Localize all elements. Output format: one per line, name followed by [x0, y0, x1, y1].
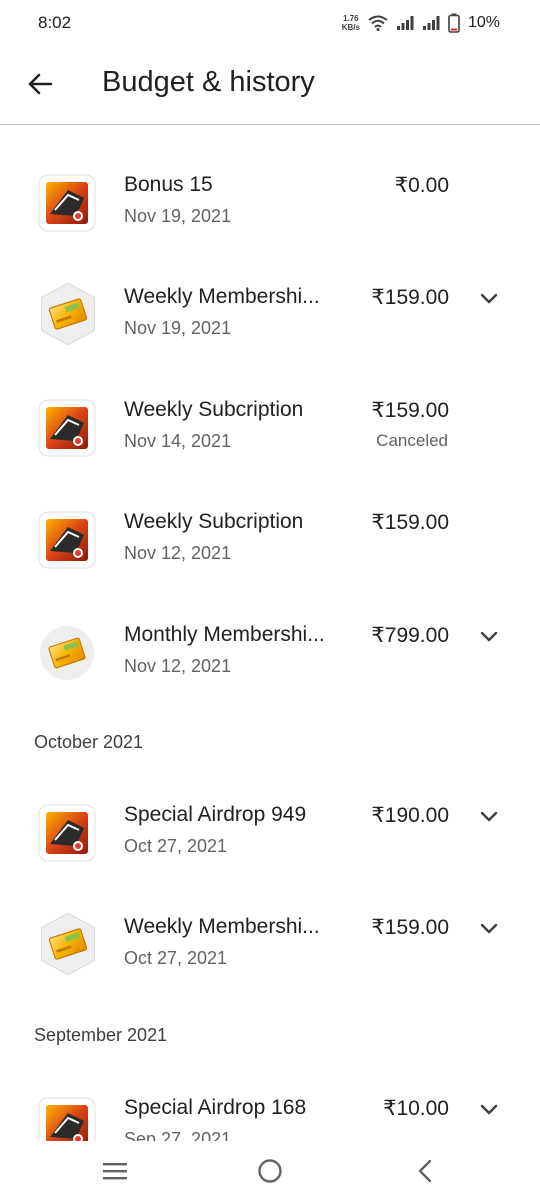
list-item[interactable]: Weekly Membershi... Nov 19, 2021 ₹159.00 — [0, 281, 540, 381]
status-icons: 1.76 KB/s 10% — [342, 11, 500, 35]
list-item[interactable]: Weekly Subcription Nov 12, 2021 ₹159.00 — [0, 506, 540, 606]
item-date: Nov 19, 2021 — [124, 206, 232, 226]
chevron-down-icon[interactable] — [478, 287, 500, 309]
membership-card-icon — [40, 912, 96, 976]
item-status: Canceled — [376, 431, 448, 450]
game-icon — [38, 804, 96, 862]
network-speed-value: 1.76 — [343, 14, 359, 23]
item-price: ₹799.00 — [371, 624, 449, 647]
network-speed: 1.76 KB/s — [342, 14, 360, 32]
game-icon — [38, 511, 96, 569]
signal-icon — [396, 16, 414, 30]
item-date: Oct 27, 2021 — [124, 836, 228, 856]
list-item[interactable]: Monthly Membershi... Nov 12, 2021 ₹799.0… — [0, 619, 540, 719]
signal-icon — [422, 16, 440, 30]
membership-card-icon — [40, 626, 94, 680]
page-title: Budget & history — [102, 66, 315, 98]
recents-button[interactable] — [100, 1156, 130, 1186]
system-nav-bar — [0, 1141, 540, 1200]
item-date: Nov 14, 2021 — [124, 431, 232, 451]
item-price: ₹159.00 — [371, 399, 449, 422]
chevron-down-icon[interactable] — [478, 805, 500, 827]
item-name: Special Airdrop 168 — [124, 1096, 307, 1119]
item-date: Nov 19, 2021 — [124, 318, 232, 338]
item-name: Weekly Subcription — [124, 398, 304, 421]
item-price: ₹159.00 — [371, 286, 449, 309]
chevron-down-icon[interactable] — [478, 1098, 500, 1120]
section-header-october: October 2021 — [34, 732, 144, 752]
section-header-september: September 2021 — [34, 1025, 168, 1045]
item-name: Bonus 15 — [124, 173, 213, 196]
item-price: ₹159.00 — [371, 511, 449, 534]
item-price: ₹190.00 — [371, 804, 449, 827]
item-name: Weekly Membershi... — [124, 915, 320, 938]
membership-card-icon — [40, 282, 96, 346]
battery-icon — [448, 13, 460, 33]
game-icon — [38, 174, 96, 232]
item-name: Weekly Membershi... — [124, 285, 320, 308]
chevron-down-icon[interactable] — [478, 917, 500, 939]
list-item[interactable]: Special Airdrop 949 Oct 27, 2021 ₹190.00 — [0, 799, 540, 899]
item-price: ₹0.00 — [394, 174, 449, 197]
list-item[interactable]: Bonus 15 Nov 19, 2021 ₹0.00 — [0, 169, 540, 269]
back-icon — [418, 1159, 432, 1183]
item-name: Monthly Membershi... — [124, 623, 325, 646]
list-item[interactable]: Weekly Subcription Nov 14, 2021 ₹159.00 … — [0, 394, 540, 494]
chevron-down-icon[interactable] — [478, 625, 500, 647]
status-time: 8:02 — [38, 13, 72, 32]
home-icon — [258, 1159, 282, 1183]
item-date: Nov 12, 2021 — [124, 543, 232, 563]
game-icon — [38, 1097, 96, 1141]
item-name: Weekly Subcription — [124, 510, 304, 533]
battery-percent: 10% — [467, 14, 500, 31]
nav-back-button[interactable] — [410, 1156, 440, 1186]
list-item[interactable]: Special Airdrop 168 Sep 27, 2021 ₹10.00 — [0, 1092, 540, 1141]
item-date: Nov 12, 2021 — [124, 656, 232, 676]
home-button[interactable] — [255, 1156, 285, 1186]
arrow-back-icon — [28, 73, 53, 95]
item-price: ₹159.00 — [371, 916, 449, 939]
game-icon — [38, 399, 96, 457]
recents-icon — [103, 1163, 127, 1180]
app-bar: Budget & history — [0, 46, 540, 125]
item-name: Special Airdrop 949 — [124, 803, 307, 826]
wifi-icon — [368, 15, 388, 31]
purchase-history-list: Bonus 15 Nov 19, 2021 ₹0.00 Weekly Membe… — [0, 125, 540, 1141]
status-bar: 8:02 1.76 KB/s 10% — [0, 0, 540, 46]
network-speed-unit: KB/s — [341, 23, 360, 32]
item-price: ₹10.00 — [383, 1097, 449, 1120]
item-date: Sep 27, 2021 — [124, 1129, 232, 1141]
item-date: Oct 27, 2021 — [124, 948, 228, 968]
list-item[interactable]: Weekly Membershi... Oct 27, 2021 ₹159.00 — [0, 911, 540, 1011]
back-button[interactable] — [22, 66, 58, 102]
